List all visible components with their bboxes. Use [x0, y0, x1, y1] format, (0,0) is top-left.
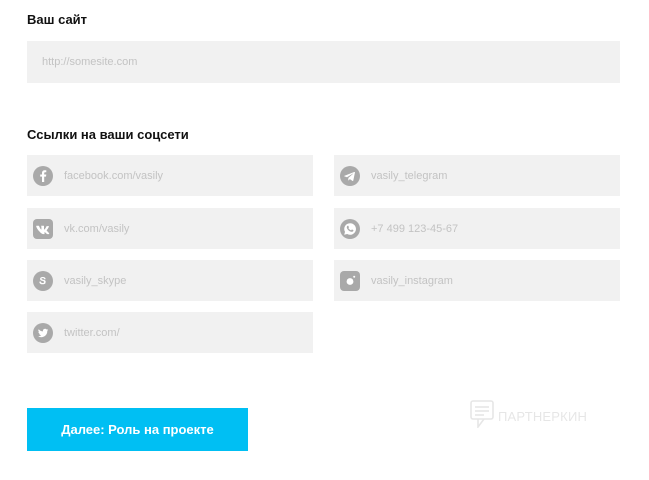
instagram-input[interactable]	[371, 260, 620, 301]
telegram-icon	[340, 165, 360, 186]
whatsapp-input[interactable]	[371, 208, 620, 249]
twitter-field[interactable]	[27, 312, 313, 353]
watermark: ПАРТНЕРКИН	[470, 400, 587, 433]
facebook-input[interactable]	[64, 155, 313, 196]
website-section-title: Ваш сайт	[27, 12, 88, 27]
vk-icon	[33, 218, 53, 239]
skype-field[interactable]	[27, 260, 313, 301]
twitter-icon	[33, 322, 53, 343]
telegram-input[interactable]	[371, 155, 620, 196]
instagram-icon	[340, 270, 360, 291]
facebook-icon	[33, 165, 53, 186]
watermark-text: ПАРТНЕРКИН	[498, 409, 588, 424]
skype-icon	[33, 270, 53, 291]
social-section-title: Ссылки на ваши соцсети	[27, 127, 189, 142]
vk-input[interactable]	[64, 208, 313, 249]
website-input[interactable]	[42, 41, 620, 83]
whatsapp-icon	[340, 218, 360, 239]
telegram-field[interactable]	[334, 155, 620, 196]
vk-field[interactable]	[27, 208, 313, 249]
twitter-input[interactable]	[64, 312, 313, 353]
chat-bubble-icon	[470, 400, 494, 433]
facebook-field[interactable]	[27, 155, 313, 196]
website-field[interactable]	[27, 41, 620, 83]
instagram-field[interactable]	[334, 260, 620, 301]
next-step-button[interactable]: Далее: Роль на проекте	[27, 408, 248, 451]
whatsapp-field[interactable]	[334, 208, 620, 249]
skype-input[interactable]	[64, 260, 313, 301]
